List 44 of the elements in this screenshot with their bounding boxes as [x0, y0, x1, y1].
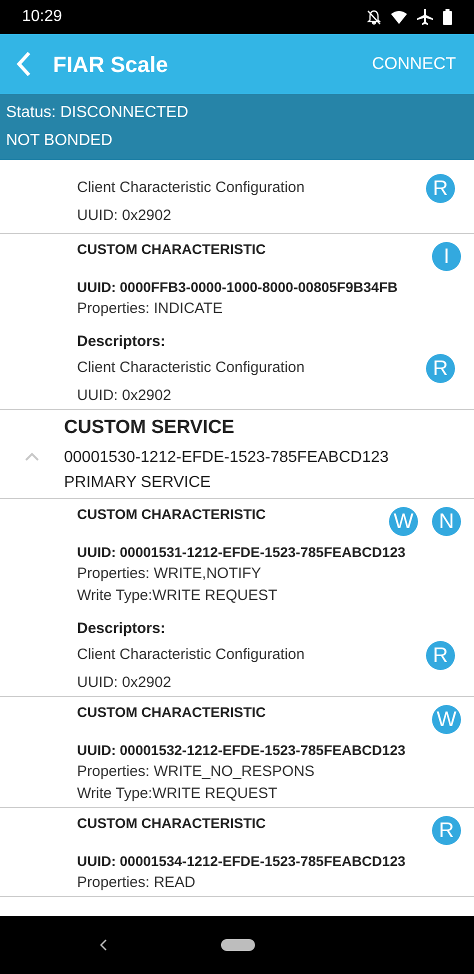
- characteristic-properties: Properties: WRITE,NOTIFY: [77, 564, 262, 584]
- characteristic-uuid: UUID: 00001534-1212-EFDE-1523-785FEABCD123: [77, 852, 406, 871]
- descriptors-label: Descriptors:: [77, 619, 166, 639]
- status-time: 10:29: [22, 7, 62, 27]
- property-badge[interactable]: N: [432, 507, 461, 536]
- app-title: FIAR Scale: [53, 50, 169, 78]
- characteristic-title: CUSTOM CHARACTERISTIC: [77, 703, 267, 722]
- property-badge[interactable]: R: [426, 354, 455, 383]
- characteristic-uuid: UUID: 00001531-1212-EFDE-1523-785FEABCD123: [77, 543, 406, 562]
- property-badge[interactable]: R: [432, 816, 461, 845]
- property-badge[interactable]: R: [426, 174, 455, 203]
- characteristic-title: CUSTOM CHARACTERISTIC: [77, 240, 267, 259]
- battery-icon: [443, 9, 452, 25]
- descriptor-uuid: UUID: 0x2902: [77, 386, 172, 406]
- descriptor-uuid: UUID: 0x2902: [77, 206, 172, 226]
- service-uuid: 00001530-1212-EFDE-1523-785FEABCD123: [64, 448, 389, 468]
- characteristic-properties: Properties: WRITE_NO_RESPONS: [77, 762, 316, 782]
- descriptor-name: Client Characteristic Configuration: [77, 178, 306, 198]
- characteristic-uuid: UUID: 00001532-1212-EFDE-1523-785FEABCD123: [77, 741, 406, 760]
- back-icon[interactable]: [100, 939, 108, 951]
- service-title: CUSTOM SERVICE: [64, 416, 236, 440]
- characteristic-properties: Properties: READ: [77, 873, 196, 893]
- home-button[interactable]: [221, 939, 255, 951]
- characteristic-properties: Properties: INDICATE: [77, 299, 224, 319]
- property-badge[interactable]: I: [432, 242, 461, 271]
- characteristic-title: CUSTOM CHARACTERISTIC: [77, 505, 267, 524]
- descriptor-name: Client Characteristic Configuration: [77, 645, 306, 665]
- write-type: Write Type:WRITE REQUEST: [77, 586, 278, 606]
- wifi-icon: [391, 10, 407, 24]
- characteristic-title: CUSTOM CHARACTERISTIC: [77, 814, 267, 833]
- write-type: Write Type:WRITE REQUEST: [77, 784, 278, 804]
- connect-button[interactable]: CONNECT: [372, 51, 456, 77]
- characteristic-uuid: UUID: 0000FFB3-0000-1000-8000-00805F9B34FB: [77, 278, 399, 297]
- airplane-icon: [417, 9, 433, 25]
- notifications-off-icon: [367, 10, 381, 24]
- connection-status: Status: DISCONNECTED: [6, 103, 190, 123]
- descriptor-uuid: UUID: 0x2902: [77, 673, 172, 693]
- bond-status: NOT BONDED: [6, 131, 114, 151]
- descriptors-label: Descriptors:: [77, 332, 166, 352]
- property-badge[interactable]: R: [426, 641, 455, 670]
- service-type: PRIMARY SERVICE: [64, 473, 212, 493]
- descriptor-name: Client Characteristic Configuration: [77, 358, 306, 378]
- property-badge[interactable]: W: [432, 705, 461, 734]
- property-badge[interactable]: W: [389, 507, 418, 536]
